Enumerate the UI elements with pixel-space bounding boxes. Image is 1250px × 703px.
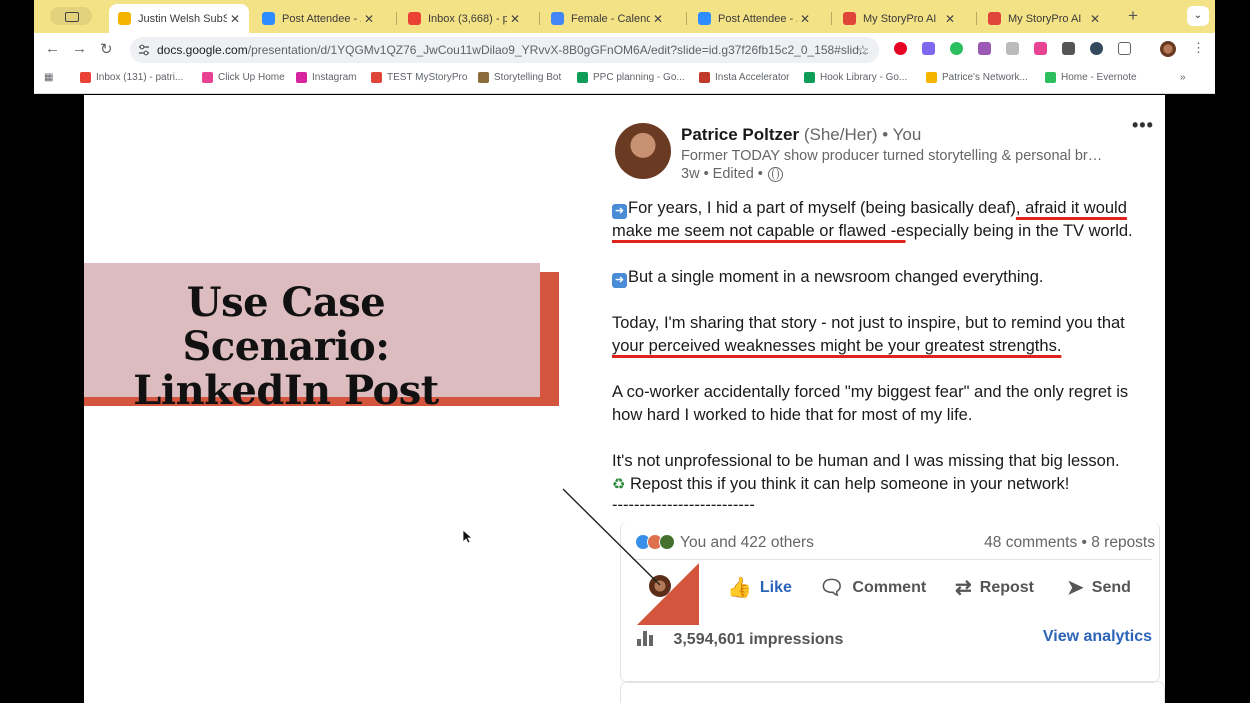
extension-icon[interactable]	[1090, 42, 1103, 55]
bookmark-item[interactable]: PPC planning - Go...	[577, 72, 685, 83]
slides-icon	[118, 12, 131, 25]
bookmark-label: PPC planning - Go...	[593, 72, 685, 83]
bookmark-item[interactable]: Click Up Home	[202, 72, 285, 83]
extension-icon[interactable]	[1062, 42, 1075, 55]
more-bookmarks-icon[interactable]: »	[1180, 72, 1186, 83]
apps-grid-icon[interactable]: ▦	[44, 72, 53, 83]
new-tab-button[interactable]: +	[1128, 6, 1138, 26]
bookmark-label: Click Up Home	[218, 72, 285, 83]
extension-icon[interactable]	[1006, 42, 1019, 55]
annotation-overlay	[562, 488, 699, 625]
bookmark-item[interactable]: Patrice's Network...	[926, 72, 1028, 83]
evernote-extension-icon[interactable]	[950, 42, 963, 55]
forward-icon[interactable]: →	[72, 40, 87, 57]
close-tab-icon[interactable]: ✕	[507, 12, 523, 26]
bot-icon	[478, 72, 489, 83]
screen-frame: Justin Welsh SubSt✕Post Attendee - Zoo✕I…	[34, 0, 1215, 703]
storypro-icon	[988, 12, 1001, 25]
site-info-icon[interactable]	[138, 44, 150, 56]
tab-search-icon[interactable]	[50, 7, 92, 25]
address-toolbar: ← → ↻ docs.google.com/presentation/d/1YQ…	[34, 33, 1215, 66]
bookmark-star-icon[interactable]: ☆	[856, 37, 869, 63]
close-tab-icon[interactable]: ✕	[797, 12, 813, 26]
sheets-icon	[577, 72, 588, 83]
browser-menu-icon[interactable]: ⋮	[1192, 40, 1205, 56]
tab-list-chevron-icon[interactable]: ⌄	[1187, 6, 1209, 26]
bookmark-item[interactable]: Insta Accelerator	[699, 72, 789, 83]
tab-separator	[539, 12, 540, 25]
url-host: docs.google.com	[157, 43, 248, 57]
zoom-icon	[262, 12, 275, 25]
back-icon[interactable]: ←	[45, 40, 60, 57]
bookmark-label: Storytelling Bot	[494, 72, 562, 83]
storypro-icon	[843, 12, 856, 25]
bookmark-item[interactable]: Inbox (131) - patri...	[80, 72, 183, 83]
browser-tab[interactable]: Post Attendee - Zoo✕	[253, 4, 383, 33]
bookmark-label: Instagram	[312, 72, 357, 83]
tab-title: Inbox (3,668) - patr	[428, 12, 507, 25]
address-bar[interactable]: docs.google.com/presentation/d/1YQGMv1QZ…	[130, 37, 879, 63]
zoom-icon	[698, 12, 711, 25]
close-tab-icon[interactable]: ✕	[650, 12, 666, 26]
bookmark-item[interactable]: TEST MyStoryPro	[371, 72, 467, 83]
bookmark-item[interactable]: Home - Evernote	[1045, 72, 1137, 83]
clickup-icon	[202, 72, 213, 83]
reload-icon[interactable]: ↻	[100, 40, 113, 58]
sk-icon	[699, 72, 710, 83]
close-tab-icon[interactable]: ✕	[1087, 12, 1103, 26]
browser-tab[interactable]: Justin Welsh SubSt ✕	[109, 4, 249, 33]
bookmark-label: Home - Evernote	[1061, 72, 1137, 83]
extension-icon[interactable]	[922, 42, 935, 55]
bookmark-item[interactable]: Hook Library - Go...	[804, 72, 907, 83]
bookmark-item[interactable]: Storytelling Bot	[478, 72, 561, 83]
close-tab-icon[interactable]: ✕	[227, 12, 243, 26]
bookmark-label: Insta Accelerator	[715, 72, 790, 83]
tab-separator	[976, 12, 977, 25]
tab-separator	[396, 12, 397, 25]
tab-title: My StoryPro AI	[863, 12, 937, 25]
pinterest-extension-icon[interactable]	[894, 42, 907, 55]
bookmark-label: TEST MyStoryPro	[387, 72, 468, 83]
instagram-icon	[296, 72, 307, 83]
tab-title: Justin Welsh SubSt	[138, 12, 227, 25]
close-tab-icon[interactable]: ✕	[942, 12, 958, 26]
gmail-icon	[80, 72, 91, 83]
gmail-icon	[408, 12, 421, 25]
doc-icon	[926, 72, 937, 83]
extension-r-icon[interactable]	[978, 42, 991, 55]
bookmarks-bar: ▦ Inbox (131) - patri... Click Up Home Ins…	[34, 66, 1215, 94]
browser-tab[interactable]: Post Attendee - Zoo✕	[689, 4, 819, 33]
tab-title: Female - Calendar -	[571, 12, 650, 25]
tab-separator	[831, 12, 832, 25]
browser-tab[interactable]: Inbox (3,668) - patr✕	[399, 4, 529, 33]
browser-tab[interactable]: My StoryPro AI ✕	[834, 4, 964, 33]
bookmark-label: Hook Library - Go...	[820, 72, 908, 83]
sheets-icon	[804, 72, 815, 83]
close-tab-icon[interactable]: ✕	[361, 12, 377, 26]
extension-icon[interactable]	[1034, 42, 1047, 55]
browser-tab[interactable]: My StoryPro AI ✕	[979, 4, 1109, 33]
storypro-icon	[371, 72, 382, 83]
tab-title: My StoryPro AI	[1008, 12, 1082, 25]
bookmark-label: Inbox (131) - patri...	[96, 72, 184, 83]
annotation-line	[562, 488, 661, 586]
slide-canvas: Use Case Scenario: LinkedIn Post Patrice…	[84, 95, 1165, 703]
tab-strip: Justin Welsh SubSt✕Post Attendee - Zoo✕I…	[34, 0, 1215, 33]
tab-title: Post Attendee - Zoo	[282, 12, 361, 25]
profile-avatar[interactable]	[1160, 41, 1176, 57]
extensions-puzzle-icon[interactable]	[1118, 42, 1131, 55]
calendar-icon	[551, 12, 564, 25]
browser-tab[interactable]: Female - Calendar -✕	[542, 4, 672, 33]
tab-separator	[686, 12, 687, 25]
bookmark-item[interactable]: Instagram	[296, 72, 356, 83]
tab-title: Post Attendee - Zoo	[718, 12, 797, 25]
bookmark-label: Patrice's Network...	[942, 72, 1028, 83]
mouse-cursor-icon	[463, 530, 473, 544]
evernote-icon	[1045, 72, 1056, 83]
url-path: /presentation/d/1YQGMv1QZ76_JwCou11wDila…	[247, 43, 869, 57]
